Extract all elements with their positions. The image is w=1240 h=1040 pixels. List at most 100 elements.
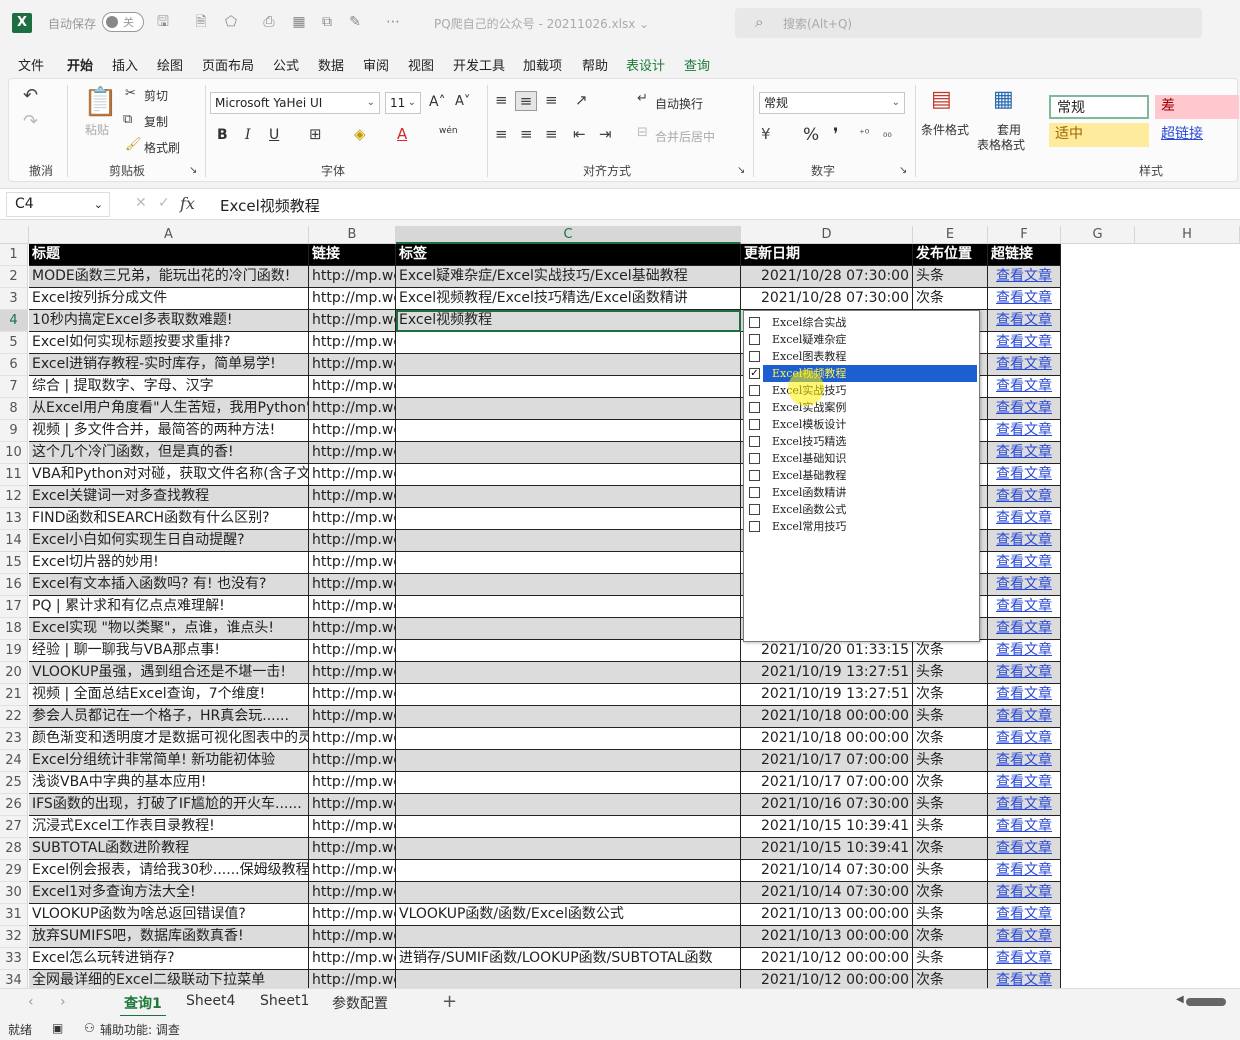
column-header-c[interactable]: C xyxy=(396,226,741,244)
hyperlink-cell[interactable]: 查看文章 xyxy=(988,530,1061,552)
hyperlink-cell[interactable]: 查看文章 xyxy=(988,728,1061,750)
hyperlink-cell[interactable]: 查看文章 xyxy=(988,794,1061,816)
title-cell[interactable]: Excel怎么玩转进销存? xyxy=(29,948,309,970)
checkbox-icon[interactable] xyxy=(749,521,760,532)
link-cell[interactable]: http://mp.weixin.qq.com/s?__biz=MzU2NTIy… xyxy=(309,882,396,904)
sheet-tab-sheet4[interactable]: Sheet4 xyxy=(186,993,235,1009)
position-cell[interactable]: 次条 xyxy=(913,970,988,988)
tags-cell[interactable] xyxy=(396,728,741,750)
tag-option[interactable]: Excel函数公式 xyxy=(744,501,977,518)
tags-cell[interactable]: Excel视频教程/Excel技巧精选/Excel函数精讲 xyxy=(396,288,741,310)
row-header[interactable]: 6 xyxy=(0,354,28,376)
tab-table-design[interactable]: 表设计 xyxy=(626,55,665,74)
link-cell[interactable]: http://mp.weixin.qq.com/s?__biz=MzU2NTIy… xyxy=(309,508,396,530)
position-cell[interactable]: 次条 xyxy=(913,640,988,662)
hyperlink-cell[interactable]: 查看文章 xyxy=(988,750,1061,772)
row-header[interactable]: 3 xyxy=(0,288,28,310)
title-cell[interactable]: Excel进销存教程-实时库存，简单易学! xyxy=(29,354,309,376)
tags-cell[interactable] xyxy=(396,354,741,376)
title-cell[interactable]: Excel切片器的妙用! xyxy=(29,552,309,574)
decrease-decimal-icon[interactable]: ₀₀ xyxy=(883,127,892,140)
title-cell[interactable]: Excel按列拆分成文件 xyxy=(29,288,309,310)
grow-font-button[interactable]: A˄ xyxy=(429,94,446,110)
row-header[interactable]: 13 xyxy=(0,508,28,530)
hyperlink-cell[interactable]: 查看文章 xyxy=(988,420,1061,442)
title-cell[interactable]: 视频 | 多文件合并，最简答的两种方法! xyxy=(29,420,309,442)
bold-button[interactable]: B xyxy=(217,127,228,143)
title-cell[interactable]: 10秒内搞定Excel多表取数难题! xyxy=(29,310,309,332)
hyperlink-cell[interactable]: 查看文章 xyxy=(988,860,1061,882)
row-header[interactable]: 11 xyxy=(0,464,28,486)
hyperlink-cell[interactable]: 查看文章 xyxy=(988,464,1061,486)
link-cell[interactable]: http://mp.weixin.qq.com/s?__biz=MzU2NTIy… xyxy=(309,662,396,684)
hyperlink-cell[interactable]: 查看文章 xyxy=(988,640,1061,662)
link-cell[interactable]: http://mp.weixin.qq.com/s?__biz=MzU2NTIy… xyxy=(309,948,396,970)
more-icon[interactable]: ⋯ xyxy=(384,13,402,31)
accessibility-status[interactable]: 辅助功能: 调查 xyxy=(100,1021,180,1038)
paste-button[interactable]: 粘贴 xyxy=(85,121,109,138)
add-sheet-button[interactable]: + xyxy=(442,991,457,1012)
hyperlink-cell[interactable]: 查看文章 xyxy=(988,376,1061,398)
format-table-button-2[interactable]: 表格格式 xyxy=(977,136,1025,153)
link-cell[interactable]: http://mp.weixin.qq.com/s?__biz=MzU2NTIy… xyxy=(309,772,396,794)
date-cell[interactable]: 2021/10/19 13:27:51 xyxy=(741,662,913,684)
position-cell[interactable]: 头条 xyxy=(913,860,988,882)
tag-option[interactable]: Excel函数精讲 xyxy=(744,484,977,501)
hyperlink-cell[interactable]: 查看文章 xyxy=(988,838,1061,860)
tags-cell[interactable] xyxy=(396,618,741,640)
font-name-select[interactable]: Microsoft YaHei UI ⌄ xyxy=(210,92,380,114)
tags-cell[interactable] xyxy=(396,860,741,882)
shrink-font-button[interactable]: A˅ xyxy=(455,94,470,109)
title-cell[interactable]: 综合 | 提取数字、字母、汉字 xyxy=(29,376,309,398)
currency-icon[interactable]: ¥ xyxy=(761,125,771,143)
accessibility-icon[interactable]: ⚇ xyxy=(84,1021,95,1035)
dialog-launcher-icon[interactable]: ↘ xyxy=(737,165,745,176)
number-format-select[interactable]: 常规 ⌄ xyxy=(759,92,905,114)
row-header[interactable]: 20 xyxy=(0,662,28,684)
row-header[interactable]: 32 xyxy=(0,926,28,948)
link-cell[interactable]: http://mp.weixin.qq.com/s?__biz=MzU2NTIy… xyxy=(309,530,396,552)
position-cell[interactable]: 次条 xyxy=(913,838,988,860)
hyperlink-cell[interactable]: 查看文章 xyxy=(988,552,1061,574)
title-cell[interactable]: 视频 | 全面总结Excel查询，7个维度! xyxy=(29,684,309,706)
link-cell[interactable]: http://mp.weixin.qq.com/s?__biz=MzU2NTIy… xyxy=(309,904,396,926)
link-cell[interactable]: http://mp.weixin.qq.com/s?__biz=MzU2NTIy… xyxy=(309,794,396,816)
title-cell[interactable]: Excel1对多查询方法大全! xyxy=(29,882,309,904)
tags-cell[interactable] xyxy=(396,574,741,596)
title-cell[interactable]: 颜色渐变和透明度才是数据可视化图表中的灵魂 xyxy=(29,728,309,750)
worksheet-grid[interactable]: A B C D E F G H 1 标题 链接 标签 更新日期 发布位置 超链接… xyxy=(0,226,1240,988)
title-cell[interactable]: Excel有文本插入函数吗? 有! 也没有? xyxy=(29,574,309,596)
link-cell[interactable]: http://mp.weixin.qq.com/s?__biz=MzU2NTIy… xyxy=(309,376,396,398)
row-header[interactable]: 22 xyxy=(0,706,28,728)
comma-button[interactable]: ❜ xyxy=(833,125,838,145)
title-cell[interactable]: PQ | 累计求和有亿点点难理解! xyxy=(29,596,309,618)
header-hyperlink[interactable]: 超链接 xyxy=(988,244,1061,266)
row-header[interactable]: 18 xyxy=(0,618,28,640)
checkbox-icon[interactable] xyxy=(749,317,760,328)
row-header[interactable]: 34 xyxy=(0,970,28,988)
tag-option[interactable]: Excel图表教程 xyxy=(744,348,977,365)
link-cell[interactable]: http://mp.weixin.qq.com/s?__biz=MzU2NTIy… xyxy=(309,926,396,948)
undo-icon[interactable]: ↶ xyxy=(23,85,38,106)
link-cell[interactable]: http://mp.weixin.qq.com/s?__biz=MzU2NTIy… xyxy=(309,750,396,772)
checkbox-icon[interactable] xyxy=(749,453,760,464)
tags-cell[interactable] xyxy=(396,442,741,464)
row-header[interactable]: 1 xyxy=(0,244,28,266)
tab-view[interactable]: 视图 xyxy=(408,55,434,74)
decrease-indent-icon[interactable]: ⇤ xyxy=(573,125,586,143)
title-cell[interactable]: Excel例会报表，请给我30秒......保姆级教程 xyxy=(29,860,309,882)
column-header-f[interactable]: F xyxy=(988,226,1061,244)
tags-cell[interactable]: Excel疑难杂症/Excel实战技巧/Excel基础教程 xyxy=(396,266,741,288)
row-header[interactable]: 2 xyxy=(0,266,28,288)
autosave-toggle[interactable]: 关 xyxy=(102,12,144,32)
paste-icon[interactable]: 📋 xyxy=(83,85,118,118)
row-header[interactable]: 15 xyxy=(0,552,28,574)
date-cell[interactable]: 2021/10/14 07:30:00 xyxy=(741,882,913,904)
align-top-icon[interactable]: ≡ xyxy=(495,91,508,109)
tag-checkbox-dropdown[interactable]: Excel综合实战Excel疑难杂症Excel图表教程✓Excel视频教程Exc… xyxy=(743,310,980,642)
font-color-button[interactable]: A xyxy=(397,125,407,143)
date-cell[interactable]: 2021/10/12 00:00:00 xyxy=(741,970,913,988)
link-cell[interactable]: http://mp.weixin.qq.com/s?__biz=MzU2NTIy… xyxy=(309,398,396,420)
link-cell[interactable]: http://mp.weixin.qq.com/s?__biz=MzU2NTIy… xyxy=(309,574,396,596)
hyperlink-cell[interactable]: 查看文章 xyxy=(988,882,1061,904)
